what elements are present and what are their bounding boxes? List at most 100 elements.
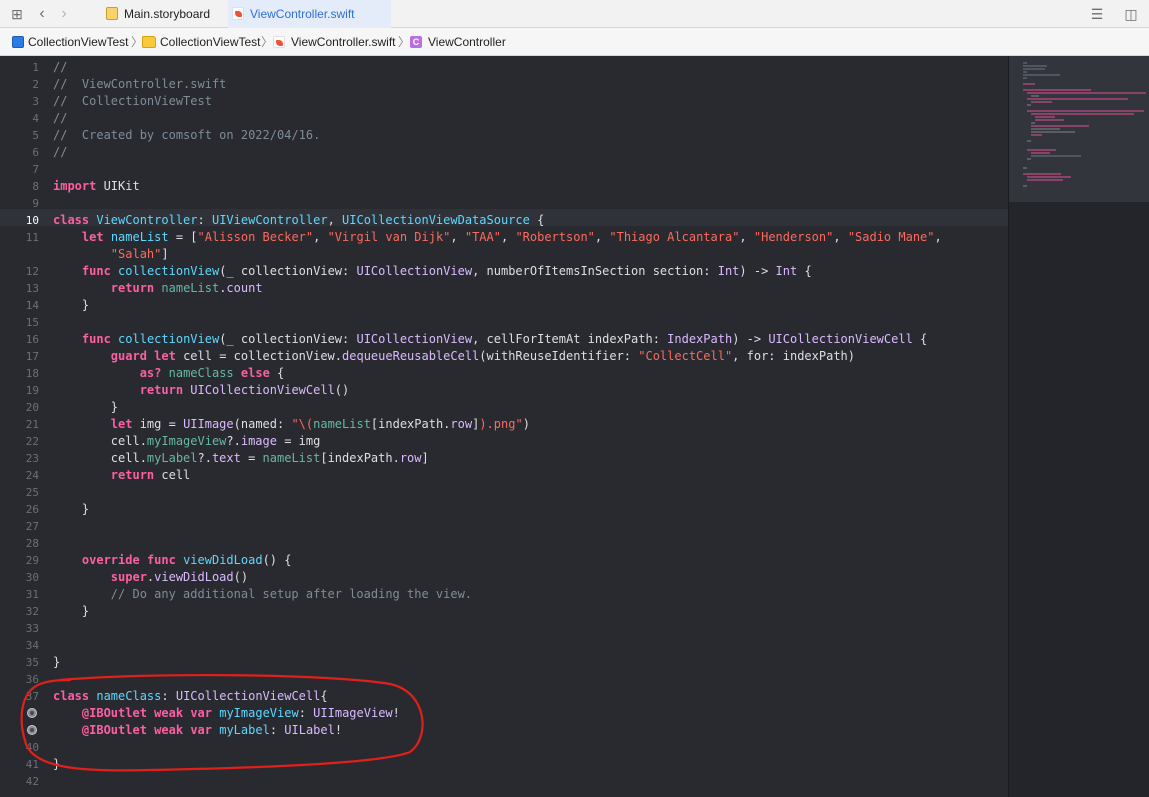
code-token: ]: [161, 247, 169, 261]
minimap-line: [1023, 71, 1027, 73]
code-token: myLabel: [219, 723, 270, 737]
code-token: //: [53, 111, 68, 125]
code-line[interactable]: super.viewDidLoad(): [53, 569, 248, 586]
code-line[interactable]: return UICollectionViewCell(): [53, 382, 350, 399]
code-line[interactable]: let img = UIImage(named: "\(nameList[ind…: [53, 416, 530, 433]
minimap-line: [1035, 119, 1064, 121]
code-token: (withReuseIdentifier:: [479, 349, 639, 363]
code-token: UICollectionViewCell: [768, 332, 913, 346]
code-token: ,: [450, 230, 465, 244]
source-code[interactable]: // // ViewController.swift // CollectionVi…: [53, 56, 1003, 797]
line-number: 2: [32, 78, 39, 91]
code-line[interactable]: func collectionView(_ collectionView: UI…: [53, 263, 812, 280]
code-line[interactable]: import UIKit: [53, 178, 140, 195]
line-number: 10: [25, 214, 39, 227]
code-token: {: [797, 264, 812, 278]
code-line[interactable]: // ViewController.swift: [53, 76, 226, 93]
breadcrumb-folder[interactable]: CollectionViewTest: [142, 28, 261, 56]
code-line[interactable]: // Created by comsoft on 2022/04/16.: [53, 127, 320, 144]
code-token: myLabel: [146, 451, 198, 465]
code-line[interactable]: }: [53, 654, 60, 671]
code-line[interactable]: "Salah"]: [53, 246, 169, 263]
code-line[interactable]: class nameClass: UICollectionViewCell{: [53, 688, 328, 705]
code-token: ,: [500, 230, 516, 244]
code-line[interactable]: as? nameClass else {: [53, 365, 285, 382]
code-token: class: [53, 689, 90, 703]
outlet-connection-icon[interactable]: [27, 725, 37, 735]
code-line[interactable]: class ViewController: UIViewController, …: [53, 212, 544, 229]
add-editor-icon[interactable]: ◫: [1122, 5, 1140, 23]
minimap-line: [1023, 74, 1060, 76]
code-line[interactable]: }: [53, 399, 118, 416]
code-line[interactable]: }: [53, 756, 60, 773]
code-line[interactable]: // Do any additional setup after loading…: [53, 586, 472, 603]
editor-options-icon[interactable]: ☰: [1086, 5, 1108, 23]
code-line[interactable]: //: [53, 110, 67, 127]
code-token: // Created by comsoft on 2022/04/16.: [53, 128, 321, 142]
breadcrumb-file[interactable]: ViewController.swift: [273, 28, 395, 56]
line-number: 14: [25, 299, 39, 312]
code-token: cell.: [53, 451, 147, 465]
back-arrow-icon[interactable]: ‹: [34, 5, 50, 23]
code-line[interactable]: @IBOutlet weak var myLabel: UILabel!: [53, 722, 342, 739]
code-token: ,: [934, 230, 942, 244]
code-token: row: [399, 451, 422, 465]
forward-arrow-icon[interactable]: ›: [56, 5, 72, 23]
code-line[interactable]: cell.myImageView?.image = img: [53, 433, 321, 450]
code-editor[interactable]: 1 2 3 4 5 6 7 8 9 10 11 12 13 14 15 16 17 18 19 20 21 22 23 24 2…: [0, 56, 1008, 797]
outlet-connection-icon[interactable]: [27, 708, 37, 718]
code-line[interactable]: return cell: [53, 467, 190, 484]
line-number: 34: [25, 639, 39, 652]
code-line[interactable]: }: [53, 603, 89, 620]
code-token: let: [110, 417, 133, 431]
code-token: }: [53, 400, 119, 414]
tab-viewcontroller-swift[interactable]: ViewController.swift: [228, 0, 391, 28]
code-token: :: [197, 213, 212, 227]
code-line[interactable]: //: [53, 144, 67, 161]
minimap-line: [1031, 113, 1134, 115]
code-token: "Virgil van Dijk": [327, 230, 451, 244]
swift-file-icon: [232, 7, 244, 20]
code-token: :: [269, 723, 285, 737]
code-line[interactable]: }: [53, 297, 89, 314]
minimap-line: [1023, 62, 1027, 64]
breadcrumb-project[interactable]: CollectionViewTest: [12, 28, 129, 56]
code-token: else: [240, 366, 270, 380]
code-token: row: [450, 417, 473, 431]
code-token: "TAA": [464, 230, 501, 244]
code-token: weak: [154, 723, 184, 737]
code-line[interactable]: guard let cell = collectionView.dequeueR…: [53, 348, 855, 365]
code-token: as?: [139, 366, 162, 380]
code-line[interactable]: func collectionView(_ collectionView: UI…: [53, 331, 927, 348]
tab-main-storyboard[interactable]: Main.storyboard: [102, 0, 228, 28]
line-number: 6: [32, 146, 39, 159]
code-token: ,: [327, 213, 343, 227]
code-line[interactable]: @IBOutlet weak var myImageView: UIImageV…: [53, 705, 400, 722]
code-line[interactable]: cell.myLabel?.text = nameList[indexPath.…: [53, 450, 429, 467]
grid-icon[interactable]: ⊞: [8, 5, 26, 23]
code-line[interactable]: let nameList = ["Alisson Becker", "Virgi…: [53, 229, 942, 246]
minimap-line: [1027, 110, 1144, 112]
code-token: weak: [154, 706, 184, 720]
code-line[interactable]: return nameList.count: [53, 280, 263, 297]
xcode-project-icon: [12, 36, 24, 48]
code-token: "Salah": [110, 247, 162, 261]
code-line[interactable]: }: [53, 501, 89, 518]
code-token: cell: [154, 468, 191, 482]
code-token: override: [81, 553, 140, 567]
line-number: 22: [25, 435, 39, 448]
line-number: 30: [25, 571, 39, 584]
minimap[interactable]: [1008, 56, 1149, 797]
code-line[interactable]: // CollectionViewTest: [53, 93, 212, 110]
code-token: collectionView: [118, 264, 220, 278]
code-line[interactable]: override func viewDidLoad() {: [53, 552, 292, 569]
line-number: [3, 246, 39, 263]
breadcrumb-class[interactable]: C ViewController: [410, 28, 506, 56]
minimap-line: [1023, 83, 1035, 85]
code-line[interactable]: //: [53, 59, 67, 76]
